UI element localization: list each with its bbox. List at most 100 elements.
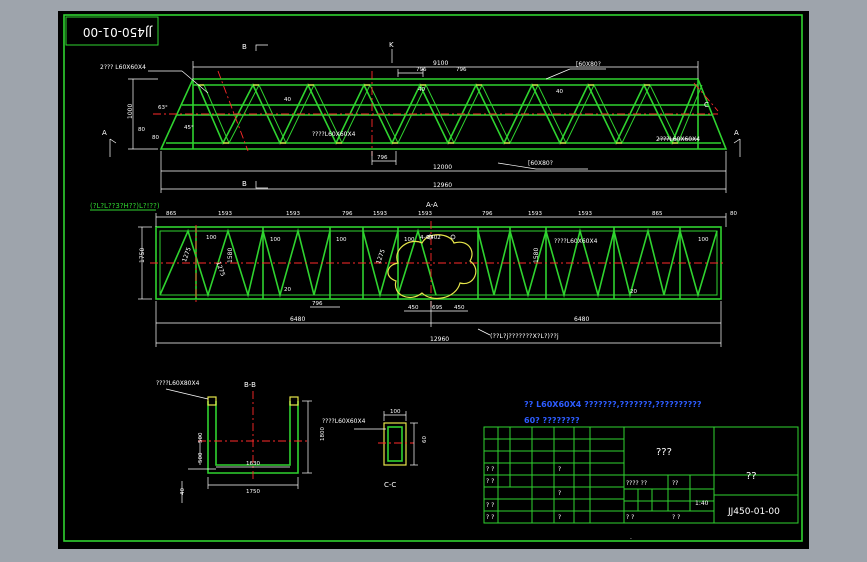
plan-dim-450b: 450 — [454, 305, 465, 311]
plan-dim-inner: 1580 — [227, 248, 234, 263]
plan-dim-height: 1750 — [139, 248, 146, 263]
front-dim-height: 1000 — [127, 104, 134, 119]
title-scale: 1:40 — [695, 500, 709, 507]
front-green-note: (?L?L??3?H??)L?!??) — [90, 202, 160, 210]
front-section-A-left: A — [102, 129, 107, 137]
plan-dim-450a: 450 — [408, 305, 419, 311]
front-label-right: 2???L60X60X4 — [656, 136, 700, 143]
plan-dim-1580b: 1580 — [533, 248, 540, 263]
plan-title-AA: A-A — [426, 201, 438, 209]
section-CC-label: ????L60X60X4 — [322, 418, 366, 425]
front-view: 9100 12000 12960 796 796 796 1000 80 80 … — [90, 41, 741, 211]
front-label-ul: 2??? L60X60X4 — [100, 64, 146, 71]
plan-dim-100c: 100 — [336, 237, 347, 243]
title-mark-4: ? ? — [672, 514, 680, 521]
plan-dim-6480b: 6480 — [574, 316, 589, 323]
section-BB-title: B-B — [244, 381, 256, 389]
front-label-ur: [60X80? — [576, 61, 601, 68]
section-CC-dim-100: 100 — [390, 409, 401, 415]
plan-dim-1275a: 1275 — [181, 246, 193, 263]
front-section-B-top: B — [242, 43, 247, 51]
front-dim-40c: 40 — [556, 89, 563, 95]
section-BB-label: ????L60X80X4 — [156, 380, 200, 387]
plan-view: 865 1593 1593 796 1593 1593 796 1593 1593 865 80 A… — [138, 201, 737, 347]
plan-top-dim-8: 1593 — [578, 211, 592, 217]
plan-top-dim-7: 1593 — [528, 211, 542, 217]
plan-top-dim-5: 1593 — [418, 211, 432, 217]
front-section-C: C — [704, 101, 709, 109]
title-mark-3: ? ? — [626, 514, 634, 521]
plan-dim-100e: 100 — [698, 237, 709, 243]
drawing-canvas[interactable]: JJ450-01-00 9100 12000 12960 796 796 796… — [58, 11, 809, 549]
plan-top-dim-6: 796 — [482, 211, 493, 217]
title-number: JJ450-01-00 — [727, 507, 780, 517]
title-q-2: ? — [558, 490, 561, 497]
title-mark-6: ? ? — [486, 478, 494, 485]
title-big: ??? — [656, 447, 672, 458]
plan-dim-100a: 100 — [206, 235, 217, 241]
title-mark-5: ? ? — [486, 466, 494, 473]
section-CC-dim-60: 60 — [422, 436, 428, 443]
section-BB-dim-40: 40 — [180, 488, 186, 495]
plan-dim-20b: 20 — [630, 289, 637, 295]
plan-dim-6480a: 6480 — [290, 316, 305, 323]
plan-dim-100d: 100 — [404, 237, 415, 243]
title-q-1: ? — [558, 466, 561, 473]
front-angle-45: 45° — [184, 125, 194, 131]
section-BB-dim-500a: 500 — [198, 432, 204, 443]
section-BB-dim-1630: 1630 — [246, 461, 260, 467]
plan-top-dim-1: 1593 — [218, 211, 232, 217]
mirrored-drawing-number: JJ450-01-00 — [83, 25, 153, 39]
plan-top-dim-2: 1593 — [286, 211, 300, 217]
cad-viewport: JJ450-01-00 9100 12000 12960 796 796 796… — [0, 0, 867, 562]
plan-note: (??L?j???????X?L?)??j — [490, 332, 559, 340]
section-BB-dim-1750: 1750 — [246, 489, 260, 495]
plan-top-dim-10: 80 — [730, 211, 737, 217]
title-drawing-name: ?? — [746, 471, 757, 482]
front-dim-796c: 796 — [456, 67, 467, 73]
front-dim-40a: 40 — [284, 97, 291, 103]
front-label-mid: ????L60X60X4 — [312, 131, 356, 138]
front-section-B-bottom: B — [242, 180, 247, 188]
section-CC-title: C-C — [384, 481, 396, 489]
plan-top-dim-0: 865 — [166, 211, 177, 217]
section-BB-dim-1800: 1800 — [320, 427, 326, 441]
front-dim-80b: 80 — [152, 135, 159, 141]
plan-dim-1275c: 1275 — [375, 248, 387, 265]
plan-label-inside: ????L60X60X4 — [554, 238, 598, 245]
plan-top-dim-3: 796 — [342, 211, 353, 217]
bottom-marker: . — [630, 534, 632, 541]
front-angle-63: 63° — [158, 105, 168, 111]
drawing-svg: JJ450-01-00 9100 12000 12960 796 796 796… — [63, 14, 803, 542]
front-dim-796b: 796 — [377, 155, 388, 161]
title-mark-7: ? ? — [486, 502, 494, 509]
title-mark-8: ? ? — [486, 514, 494, 521]
section-BB: B-B ????L60X80X4 1630 1750 1800 500 500 … — [156, 380, 326, 503]
note-line-1: ?? L60X60X4 ???????,???????,?????????? — [524, 400, 702, 409]
title-block: ??? ?? JJ450-01-00 1:40 ???? ?? ?? ? ? ?… — [483, 426, 799, 524]
section-CC: C-C ????L60X60X4 100 60 — [322, 409, 428, 489]
plan-dim-695: 695 — [432, 305, 443, 311]
front-section-A-right: A — [734, 129, 739, 137]
plan-dim-796: 796 — [312, 301, 323, 307]
front-dim-80a: 80 — [138, 127, 145, 133]
front-dim-9100: 9100 — [433, 60, 448, 67]
plan-top-dim-9: 865 — [652, 211, 663, 217]
plan-dim-total: 12960 — [430, 336, 449, 343]
plan-dim-20a: 20 — [284, 287, 291, 293]
plan-top-dim-4: 1593 — [373, 211, 387, 217]
front-dim-12000: 12000 — [433, 164, 452, 171]
front-dim-12960: 12960 — [433, 182, 452, 189]
section-BB-dim-500b: 500 — [198, 452, 204, 463]
title-mark-2: ?? — [672, 480, 678, 487]
title-q-3: ? — [558, 514, 561, 521]
front-dim-796a: 796 — [416, 67, 427, 73]
front-label-bottom: [60X80? — [528, 160, 553, 167]
plan-dim-4402: 4-Ф402 — [420, 235, 441, 241]
plan-top-dims: 865 1593 1593 796 1593 1593 796 1593 1593 865 80 — [166, 211, 737, 217]
front-dim-40b: 40 — [418, 87, 425, 93]
title-mark-1: ???? ?? — [626, 480, 647, 487]
front-section-K: K — [389, 41, 394, 49]
plan-dim-100b: 100 — [270, 237, 281, 243]
drawing-border — [63, 14, 803, 542]
